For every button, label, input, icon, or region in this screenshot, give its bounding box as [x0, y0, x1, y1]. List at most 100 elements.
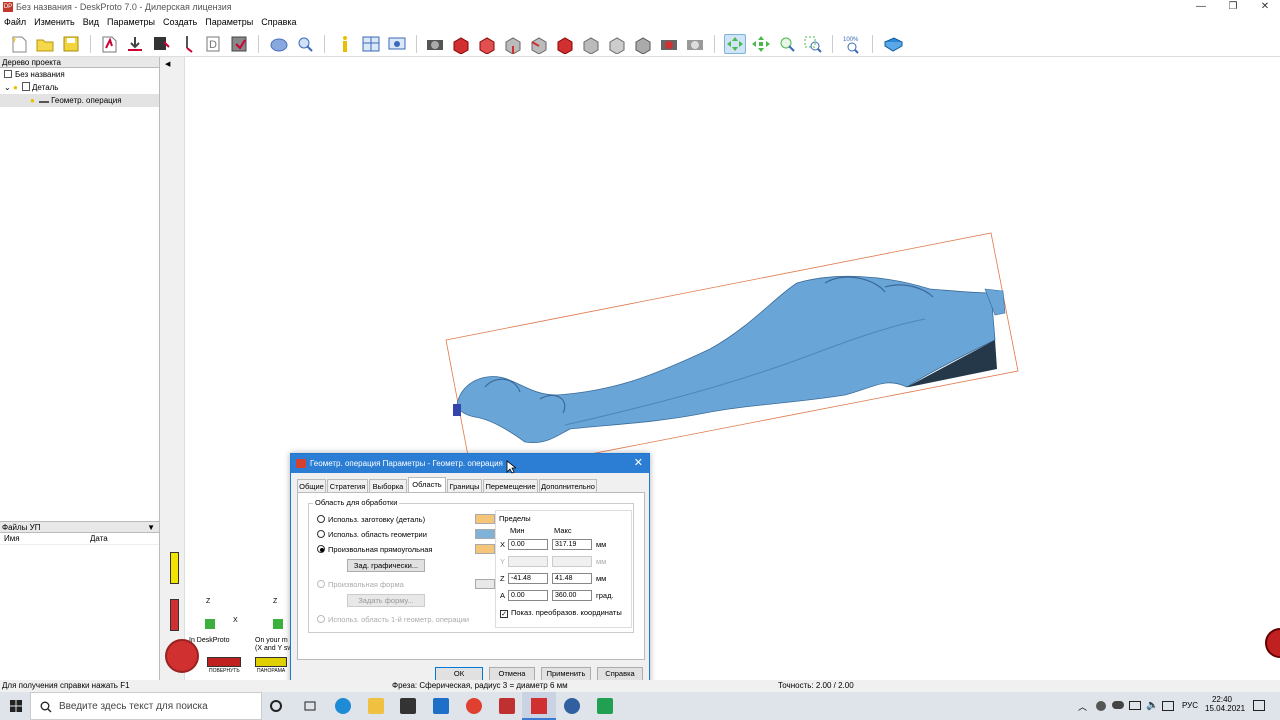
radio-circle-selected[interactable]	[317, 545, 325, 553]
start-button-icon[interactable]	[10, 700, 22, 712]
dialog-close-icon[interactable]: ✕	[634, 454, 643, 473]
tab-advanced[interactable]: Дополнительно	[539, 479, 597, 492]
minimize-button[interactable]: —	[1186, 0, 1216, 15]
radio-circle[interactable]	[317, 515, 325, 523]
dropdown-arrow-icon[interactable]: ▼	[147, 522, 155, 533]
menu-parameters-2[interactable]: Параметры	[201, 15, 257, 29]
set-graphically-button[interactable]: Зад. графически...	[347, 559, 425, 572]
onedrive-icon[interactable]	[1112, 701, 1124, 709]
tab-general[interactable]: Общие	[297, 479, 326, 492]
a-min-input[interactable]: 0.00	[508, 590, 548, 601]
notifications-icon[interactable]	[1253, 700, 1265, 711]
y-max-input[interactable]	[552, 556, 592, 567]
radio-custom-shape[interactable]: Произвольная форма	[317, 579, 404, 590]
set-shape-button[interactable]: Задать форму...	[347, 594, 425, 607]
x-max-input[interactable]: 317.19	[552, 539, 592, 550]
edge-icon[interactable]	[335, 698, 351, 714]
col-name[interactable]: Имя	[4, 533, 20, 545]
menu-parameters[interactable]: Параметры	[103, 15, 159, 29]
menu-create[interactable]: Создать	[159, 15, 201, 29]
language-indicator[interactable]: РУС	[1182, 701, 1198, 710]
radio-custom-rect[interactable]: Произвольная прямоугольная	[317, 544, 432, 555]
layout-icon[interactable]	[360, 34, 382, 54]
screen-icon[interactable]	[386, 34, 408, 54]
menu-help[interactable]: Справка	[257, 15, 300, 29]
tree-item-operation[interactable]: ● Геометр. операция	[0, 94, 159, 107]
x-min-input[interactable]: 0.00	[508, 539, 548, 550]
clock[interactable]: 22:40 15.04.2021	[1205, 695, 1245, 713]
close-button[interactable]: ✕	[1250, 0, 1280, 15]
chevron-down-icon[interactable]: ⌄	[4, 83, 11, 92]
tab-area[interactable]: Область	[408, 477, 446, 492]
radio-circle[interactable]	[317, 615, 325, 623]
y-min-input[interactable]	[508, 556, 548, 567]
drawing-icon[interactable]: D	[202, 34, 224, 54]
view-zoom-icon[interactable]	[294, 34, 316, 54]
info-icon[interactable]	[334, 34, 356, 54]
save-toolpath-icon[interactable]	[228, 34, 250, 54]
view-right-icon[interactable]	[528, 34, 550, 55]
tab-borders[interactable]: Границы	[447, 479, 482, 492]
maximize-button[interactable]: ❐	[1218, 0, 1248, 15]
view-front-icon[interactable]	[476, 34, 498, 55]
view-iso-icon[interactable]	[606, 34, 628, 55]
view-top-icon[interactable]	[450, 34, 472, 55]
zoom-box-icon[interactable]	[802, 34, 824, 54]
app-red-icon[interactable]	[499, 698, 515, 714]
store-icon[interactable]	[400, 698, 416, 714]
open-folder-icon[interactable]	[34, 34, 56, 54]
keyboard-icon[interactable]	[1162, 701, 1174, 711]
load-geometry-icon[interactable]	[98, 34, 120, 54]
view-iso2-icon[interactable]	[632, 34, 654, 55]
radio-use-stock[interactable]: Использ. заготовку (деталь)	[317, 514, 425, 525]
volume-icon[interactable]: 🔈	[1146, 700, 1158, 711]
view-back-icon[interactable]	[554, 34, 576, 55]
col-date[interactable]: Дата	[90, 533, 108, 545]
apply-button[interactable]: Применить	[541, 667, 591, 681]
tab-strategy[interactable]: Стратегия	[327, 479, 368, 492]
radio-circle[interactable]	[317, 530, 325, 538]
dialog-title-bar[interactable]: Геометр. операция Параметры - Геометр. о…	[291, 454, 649, 473]
ok-button[interactable]: ОК	[435, 667, 483, 681]
render2-icon[interactable]	[684, 34, 706, 54]
rotate-button[interactable]	[207, 657, 241, 667]
render-icon[interactable]	[658, 34, 680, 54]
view-bottom-icon[interactable]	[580, 34, 602, 55]
taskbar-search-box[interactable]: Введите здесь текст для поиска	[30, 692, 262, 720]
view-shaded-icon[interactable]	[268, 34, 290, 54]
pan-icon[interactable]	[750, 34, 772, 54]
radio-use-geometry-area[interactable]: Использ. область геометрии	[317, 529, 427, 540]
save-icon[interactable]	[60, 34, 82, 54]
menu-view[interactable]: Вид	[79, 15, 103, 29]
tab-movement[interactable]: Перемещение	[483, 479, 538, 492]
tree-item-part[interactable]: ⌄ ● Деталь	[0, 81, 159, 94]
menu-file[interactable]: Файл	[0, 15, 30, 29]
taskbar-deskproto-active[interactable]	[522, 692, 556, 720]
help-book-icon[interactable]	[882, 34, 904, 54]
radio-circle[interactable]	[317, 580, 325, 588]
tree-root[interactable]: Без названия	[0, 68, 159, 81]
checkbox-checked-icon[interactable]: ✓	[500, 610, 508, 618]
cancel-button[interactable]: Отмена	[489, 667, 535, 681]
help-button[interactable]: Справка	[597, 667, 643, 681]
bulb-icon[interactable]: ●	[30, 96, 35, 105]
cortana-icon[interactable]	[270, 700, 282, 712]
camera-icon[interactable]	[424, 34, 446, 54]
a-max-input[interactable]: 360.00	[552, 590, 592, 601]
tray-app-icon[interactable]	[1096, 701, 1106, 711]
rotate-dial-icon[interactable]	[165, 639, 199, 673]
collapse-arrow-icon[interactable]: ◀	[165, 60, 170, 68]
bulb-icon[interactable]: ●	[13, 83, 18, 92]
pan-button[interactable]	[255, 657, 287, 667]
task-view-icon[interactable]	[302, 698, 318, 714]
zoom-100-icon[interactable]: 100%	[842, 34, 864, 54]
import-icon[interactable]	[124, 34, 146, 54]
bitmap-icon[interactable]	[150, 34, 172, 54]
show-transformed-checkbox[interactable]: ✓ Показ. преобразов. координаты	[500, 608, 622, 618]
explorer-icon[interactable]	[368, 698, 384, 714]
radio-use-first-op-area[interactable]: Использ. область 1-й геометр. операции	[317, 614, 469, 625]
network-icon[interactable]	[1129, 701, 1141, 710]
mail-icon[interactable]	[433, 698, 449, 714]
rotate-icon[interactable]	[724, 34, 746, 54]
app-green-icon[interactable]	[597, 698, 613, 714]
